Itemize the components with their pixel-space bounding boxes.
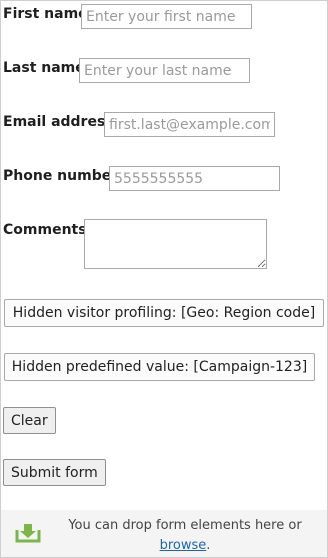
- last-name-label: Last name: [3, 60, 85, 76]
- drop-arrow-down-icon: [15, 524, 41, 543]
- phone-input[interactable]: [109, 166, 280, 191]
- hidden-visitor-profiling-field[interactable]: Hidden visitor profiling: [Geo: Region c…: [4, 299, 324, 327]
- drop-zone-text: You can drop form elements here or brows…: [51, 516, 319, 556]
- browse-link[interactable]: browse: [160, 538, 207, 553]
- drop-zone-suffix: .: [206, 538, 211, 553]
- email-label: Email address: [3, 114, 114, 130]
- drop-zone[interactable]: You can drop form elements here or brows…: [1, 510, 327, 557]
- submit-form-button[interactable]: Submit form: [3, 459, 106, 486]
- first-name-input[interactable]: [81, 4, 252, 29]
- drop-zone-message: You can drop form elements here or: [68, 518, 302, 533]
- comments-textarea[interactable]: [84, 219, 267, 269]
- last-name-input[interactable]: [79, 58, 250, 83]
- first-name-label: First name: [3, 6, 88, 22]
- email-input[interactable]: [104, 112, 275, 137]
- hidden-predefined-value-field[interactable]: Hidden predefined value: [Campaign-123]: [4, 353, 315, 381]
- phone-label: Phone number: [3, 168, 119, 184]
- comments-label: Comments: [3, 222, 87, 238]
- clear-button[interactable]: Clear: [3, 407, 56, 434]
